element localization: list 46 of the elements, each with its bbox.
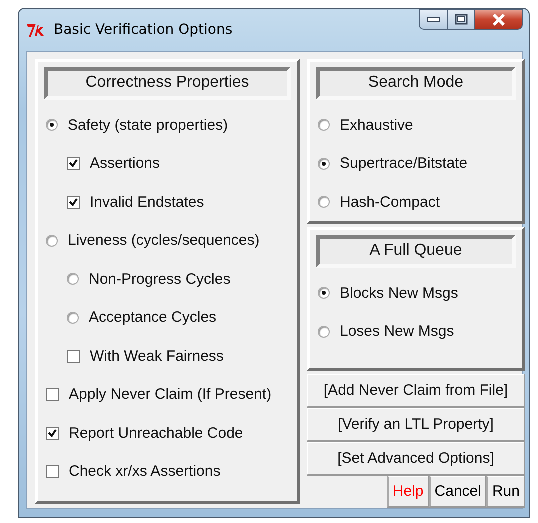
dialog-button[interactable]: Cancel [428,476,486,508]
checkbox[interactable] [67,196,80,209]
option-label: Invalid Endstates [90,194,204,211]
section-heading: A Full Queue [316,235,516,268]
checkbox[interactable] [67,350,80,363]
option-label: Liveness (cycles/sequences) [68,232,260,250]
option-label: Apply Never Claim (If Present) [69,386,272,404]
option-label: With Weak Fairness [90,348,224,365]
dialog-button[interactable]: Run [486,476,525,508]
option-label: Hash-Compact [340,194,440,211]
dialog-button[interactable]: Help [386,476,429,508]
action-button[interactable]: [Verify an LTL Property] [307,408,525,442]
radio-button[interactable] [318,287,330,300]
radio-button[interactable] [318,326,330,338]
close-icon [492,14,506,26]
checkbox[interactable] [46,426,59,440]
option-label: Loses New Msgs [340,323,454,340]
radio-button[interactable] [318,158,330,170]
window-title: Basic Verification Options [54,22,233,38]
option-label: Blocks New Msgs [340,284,458,302]
section-heading: Search Mode [316,67,516,100]
option-label: Non-Progress Cycles [89,270,231,288]
radio-button[interactable] [67,312,79,324]
maximize-button[interactable] [448,9,475,30]
checkbox[interactable] [67,157,80,170]
maximize-icon [454,14,468,25]
option-label: Check xr/xs Assertions [69,463,221,480]
radio-button[interactable] [318,119,330,132]
action-button[interactable]: [Set Advanced Options] [307,442,525,476]
option-label: Safety (state properties) [68,116,228,134]
action-button[interactable]: [Add Never Claim from File] [307,374,525,408]
option-label: Exhaustive [340,116,414,134]
checkbox[interactable] [46,388,59,402]
radio-button[interactable] [46,119,58,132]
option-label: Report Unreachable Code [69,424,244,442]
minimize-icon [427,17,440,22]
radio-button[interactable] [318,196,330,208]
close-button[interactable] [475,9,523,30]
option-label: Acceptance Cycles [89,309,217,326]
option-label: Assertions [90,155,160,172]
checkbox[interactable] [46,465,59,478]
option-label: Supertrace/Bitstate [340,155,468,172]
section-heading: Correctness Properties [44,67,291,100]
radio-button[interactable] [67,273,79,286]
radio-button[interactable] [46,234,58,247]
minimize-button[interactable] [419,9,448,30]
